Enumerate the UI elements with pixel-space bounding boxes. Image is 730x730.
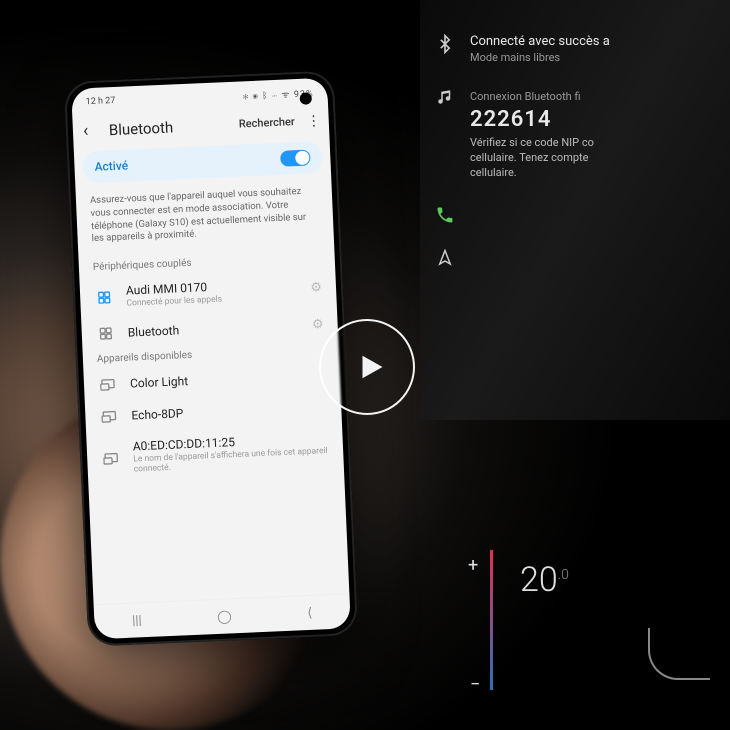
device-name: Bluetooth bbox=[127, 318, 300, 340]
dash-conn-label: Connexion Bluetooth fi bbox=[470, 90, 594, 103]
toggle-switch[interactable] bbox=[280, 149, 311, 166]
gear-icon[interactable]: ⚙ bbox=[310, 280, 322, 295]
status-time: 12 h 27 bbox=[85, 96, 115, 107]
help-text: Assurez-vous que l'appareil auquel vous … bbox=[75, 177, 334, 259]
device-icon bbox=[99, 408, 120, 425]
more-icon[interactable]: ⋮ bbox=[306, 113, 319, 130]
play-button[interactable] bbox=[319, 319, 415, 415]
dash-bt-sub: Mode mains libres bbox=[470, 51, 610, 64]
device-row[interactable]: A0:ED:CD:DD:11:25Le nom de l'appareil s'… bbox=[86, 423, 344, 485]
device-name: Echo-8DP bbox=[131, 400, 327, 423]
car-infotainment: Connecté avec succès a Mode mains libres… bbox=[420, 0, 730, 420]
back-nav-icon[interactable]: ⟨ bbox=[307, 605, 313, 620]
device-name: Color Light bbox=[130, 368, 326, 391]
dash-bt-status: Connecté avec succès a bbox=[470, 34, 610, 49]
temp-down-icon[interactable]: − bbox=[470, 674, 480, 695]
bluetooth-icon bbox=[434, 34, 456, 54]
bluetooth-toggle-row[interactable]: Activé bbox=[82, 141, 323, 183]
climate-panel: + − 20.0 bbox=[460, 550, 720, 700]
navigation-icon[interactable] bbox=[434, 249, 456, 267]
dash-note: Vérifiez si ce code NIP co cellulaire. T… bbox=[470, 136, 594, 181]
temperature-value: 20.0 bbox=[520, 560, 569, 600]
device-icon bbox=[101, 450, 122, 467]
toggle-label: Activé bbox=[94, 158, 128, 173]
home-icon[interactable]: ◯ bbox=[217, 609, 232, 625]
airflow-icon[interactable] bbox=[648, 628, 710, 680]
device-icon bbox=[95, 325, 116, 342]
recents-icon[interactable]: ||| bbox=[132, 613, 142, 628]
pairing-pin: 222614 bbox=[470, 107, 594, 132]
temp-slider[interactable] bbox=[490, 550, 493, 690]
search-button[interactable]: Rechercher bbox=[239, 115, 295, 130]
video-frame: Connecté avec succès a Mode mains libres… bbox=[0, 0, 730, 730]
phone-call-icon[interactable] bbox=[434, 205, 456, 225]
device-icon bbox=[94, 289, 115, 306]
smartphone: 12 h 27 ✻ ⦿ ᛒ ⋯ ᯤ 93% ‹ Bluetooth Recher… bbox=[64, 70, 358, 646]
page-title: Bluetooth bbox=[109, 115, 232, 138]
android-navbar: ||| ◯ ⟨ bbox=[94, 593, 351, 639]
device-icon bbox=[98, 376, 119, 393]
gear-icon[interactable]: ⚙ bbox=[312, 317, 324, 332]
back-icon[interactable]: ‹ bbox=[82, 120, 101, 142]
music-icon[interactable] bbox=[434, 88, 456, 106]
temp-up-icon[interactable]: + bbox=[468, 555, 478, 576]
